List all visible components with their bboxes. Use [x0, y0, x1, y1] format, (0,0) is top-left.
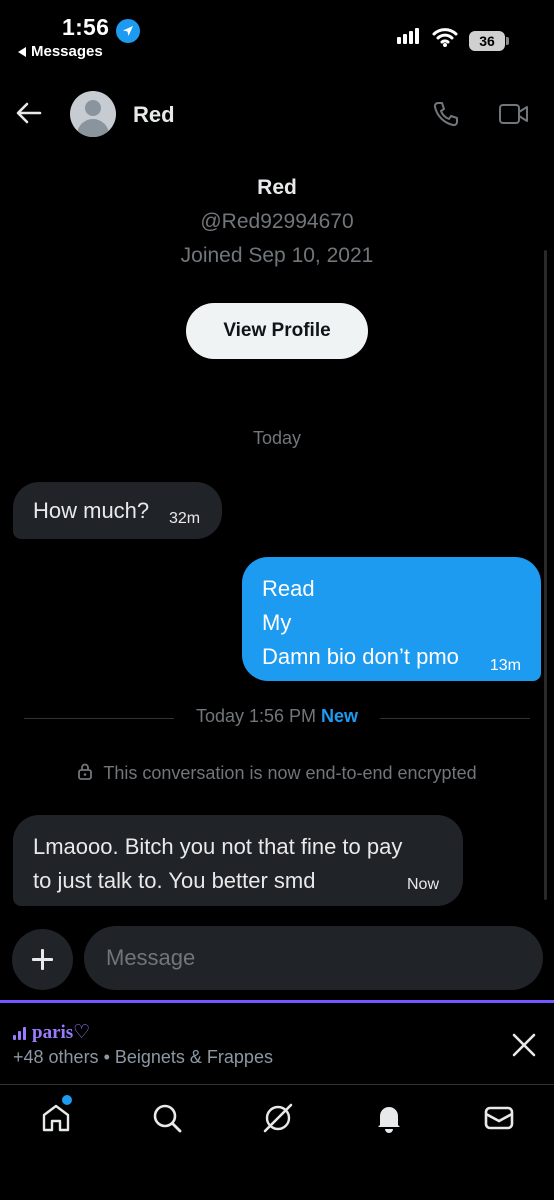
- space-title: paris♡: [32, 1022, 91, 1043]
- messages-icon[interactable]: [482, 1101, 516, 1135]
- message-line: Lmaooo. Bitch you not that fine to pay: [33, 834, 403, 859]
- status-bar: 1:56 Messages 36: [0, 0, 554, 70]
- video-camera-icon[interactable]: [498, 102, 530, 131]
- new-label: New: [321, 706, 359, 726]
- close-icon[interactable]: [512, 1033, 536, 1057]
- bottom-nav: [0, 1084, 554, 1200]
- location-arrow-icon: [116, 19, 140, 43]
- view-profile-button[interactable]: View Profile: [186, 303, 368, 359]
- avatar[interactable]: [70, 91, 116, 137]
- home-notification-dot: [62, 1095, 72, 1105]
- cellular-signal-icon: [397, 28, 419, 44]
- day-separator: Today: [252, 428, 302, 448]
- back-arrow-icon[interactable]: [14, 98, 44, 128]
- add-attachment-button[interactable]: [12, 929, 73, 990]
- encryption-text: This conversation is now end-to-end encr…: [103, 763, 477, 783]
- back-to-app-link[interactable]: Messages: [18, 43, 103, 60]
- conversation-header: Red: [0, 80, 554, 148]
- divider-time: Today 1:56 PM: [195, 706, 317, 726]
- message-incoming[interactable]: How much? 32m: [13, 482, 222, 539]
- message-line: My: [262, 610, 292, 635]
- notifications-icon[interactable]: [372, 1101, 406, 1135]
- profile-name: Red: [257, 176, 297, 199]
- scrollbar[interactable]: [544, 250, 547, 900]
- message-time: 13m: [489, 657, 521, 674]
- message-line: Damn bio don’t pmo: [262, 644, 459, 669]
- profile-joined-date: Joined Sep 10, 2021: [180, 244, 374, 267]
- message-line: to just talk to. You better smd: [33, 868, 316, 893]
- encryption-notice: This conversation is now end-to-end encr…: [0, 762, 554, 785]
- search-icon[interactable]: [150, 1101, 184, 1135]
- contact-name[interactable]: Red: [133, 102, 175, 128]
- back-triangle-icon: [18, 46, 26, 57]
- phone-icon[interactable]: [432, 100, 460, 133]
- profile-summary: Red @Red92994670 Joined Sep 10, 2021: [0, 176, 554, 268]
- spaces-dock[interactable]: paris♡ +48 others • Beignets & Frappes: [0, 1000, 554, 1084]
- message-input[interactable]: Message: [84, 926, 543, 990]
- lock-icon: [77, 762, 93, 785]
- message-time: 32m: [169, 510, 201, 527]
- message-time: Now: [407, 876, 440, 893]
- message-incoming[interactable]: Lmaooo. Bitch you not that fine to pay t…: [13, 815, 463, 906]
- clock: 1:56: [62, 14, 110, 40]
- new-messages-divider: Today 1:56 PM New: [24, 706, 530, 732]
- wifi-icon: [432, 26, 458, 53]
- back-app-label: Messages: [31, 43, 103, 60]
- audio-bars-icon: [13, 1027, 26, 1040]
- battery-indicator: 36: [469, 31, 509, 51]
- home-icon[interactable]: [39, 1101, 73, 1135]
- message-outgoing[interactable]: Read My Damn bio don’t pmo 13m: [242, 557, 541, 681]
- space-subtitle: +48 others • Beignets & Frappes: [13, 1047, 273, 1067]
- message-text: How much?: [33, 498, 150, 523]
- grok-icon[interactable]: [261, 1101, 295, 1135]
- profile-handle: @Red92994670: [200, 210, 354, 233]
- message-line: Read: [262, 576, 315, 601]
